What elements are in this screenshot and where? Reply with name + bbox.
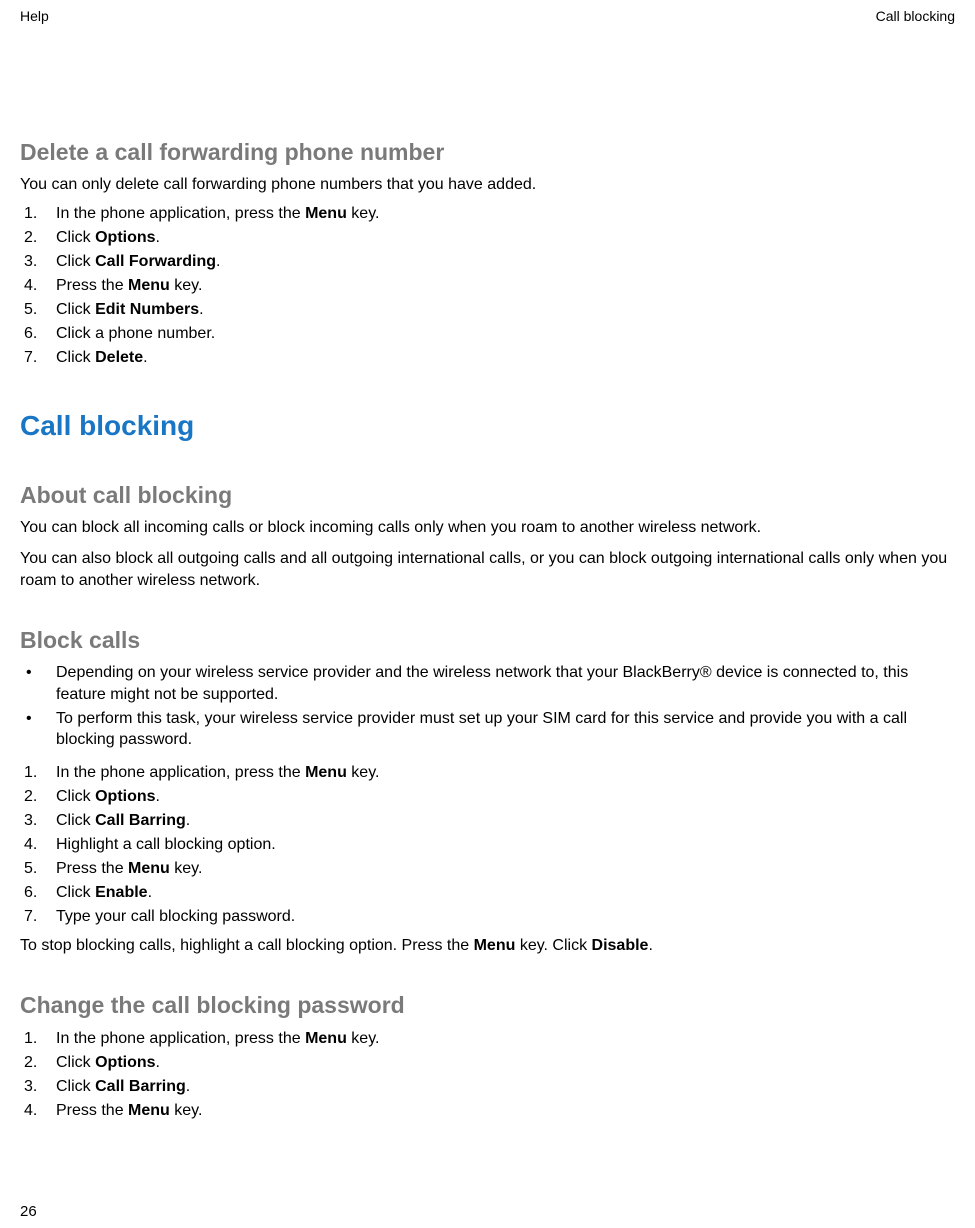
step: Click Delete. — [20, 346, 955, 370]
step: Click Options. — [20, 785, 955, 809]
step: In the phone application, press the Menu… — [20, 202, 955, 226]
notes-list: Depending on your wireless service provi… — [20, 662, 955, 750]
section-about-call-blocking: About call blocking You can block all in… — [20, 482, 955, 592]
step: Type your call blocking password. — [20, 905, 955, 929]
step: Press the Menu key. — [20, 1099, 955, 1123]
page-number: 26 — [20, 1203, 37, 1220]
heading-block-calls: Block calls — [20, 627, 955, 654]
section-change-password: Change the call blocking password In the… — [20, 992, 955, 1123]
step: Click a phone number. — [20, 322, 955, 346]
step: Click Call Barring. — [20, 809, 955, 833]
step: In the phone application, press the Menu… — [20, 761, 955, 785]
section-block-calls: Block calls Depending on your wireless s… — [20, 627, 955, 956]
intro-text: You can only delete call forwarding phon… — [20, 174, 955, 196]
step: Highlight a call blocking option. — [20, 833, 955, 857]
note: Depending on your wireless service provi… — [20, 662, 955, 705]
header-left: Help — [20, 8, 49, 24]
closing-text: To stop blocking calls, highlight a call… — [20, 935, 955, 957]
step: Click Options. — [20, 226, 955, 250]
heading-change-password: Change the call blocking password — [20, 992, 955, 1019]
page-header: Help Call blocking — [20, 0, 955, 24]
heading-about-call-blocking: About call blocking — [20, 482, 955, 509]
step: Click Call Forwarding. — [20, 250, 955, 274]
header-right: Call blocking — [876, 8, 955, 24]
step: Click Enable. — [20, 881, 955, 905]
step: Click Edit Numbers. — [20, 298, 955, 322]
step: Click Call Barring. — [20, 1075, 955, 1099]
note: To perform this task, your wireless serv… — [20, 708, 955, 751]
paragraph: You can also block all outgoing calls an… — [20, 548, 955, 591]
step: Press the Menu key. — [20, 857, 955, 881]
paragraph: You can block all incoming calls or bloc… — [20, 517, 955, 539]
steps-change-password: In the phone application, press the Menu… — [20, 1027, 955, 1123]
step: Press the Menu key. — [20, 274, 955, 298]
heading-call-blocking: Call blocking — [20, 410, 955, 442]
step: In the phone application, press the Menu… — [20, 1027, 955, 1051]
section-delete-forwarding: Delete a call forwarding phone number Yo… — [20, 139, 955, 370]
steps-block-calls: In the phone application, press the Menu… — [20, 761, 955, 929]
page-content: Delete a call forwarding phone number Yo… — [20, 24, 955, 1123]
heading-delete-forwarding: Delete a call forwarding phone number — [20, 139, 955, 166]
steps-delete-forwarding: In the phone application, press the Menu… — [20, 202, 955, 370]
step: Click Options. — [20, 1051, 955, 1075]
